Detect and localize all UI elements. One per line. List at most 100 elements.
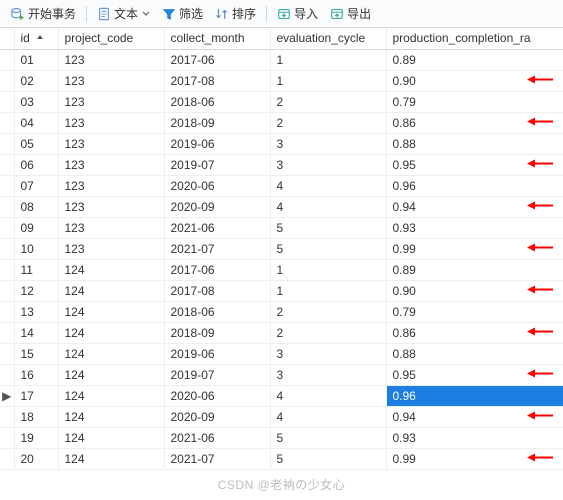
import-button[interactable]: 导入 (272, 3, 323, 24)
table-row[interactable]: 111242017-0610.89 (0, 259, 563, 280)
cell-collect-month[interactable]: 2019-07 (164, 364, 270, 385)
cell-collect-month[interactable]: 2020-09 (164, 406, 270, 427)
cell-collect-month[interactable]: 2017-06 (164, 259, 270, 280)
cell-evaluation-cycle[interactable]: 1 (270, 259, 386, 280)
cell-evaluation-cycle[interactable]: 2 (270, 91, 386, 112)
data-grid[interactable]: id project_code collect_month evaluation… (0, 28, 563, 470)
cell-production-completion-rate[interactable]: 0.86 (386, 112, 563, 133)
cell-evaluation-cycle[interactable]: 2 (270, 322, 386, 343)
table-row[interactable]: 041232018-0920.86 (0, 112, 563, 133)
text-button[interactable]: 文本 (92, 3, 155, 24)
cell-evaluation-cycle[interactable]: 5 (270, 427, 386, 448)
cell-project-code[interactable]: 124 (58, 259, 164, 280)
cell-id[interactable]: 12 (14, 280, 58, 301)
cell-production-completion-rate[interactable]: 0.88 (386, 343, 563, 364)
cell-production-completion-rate[interactable]: 0.95 (386, 364, 563, 385)
cell-project-code[interactable]: 124 (58, 280, 164, 301)
cell-collect-month[interactable]: 2019-06 (164, 133, 270, 154)
cell-project-code[interactable]: 124 (58, 301, 164, 322)
cell-project-code[interactable]: 123 (58, 133, 164, 154)
cell-production-completion-rate[interactable]: 0.90 (386, 70, 563, 91)
cell-evaluation-cycle[interactable]: 4 (270, 175, 386, 196)
cell-id[interactable]: 03 (14, 91, 58, 112)
cell-production-completion-rate[interactable]: 0.89 (386, 49, 563, 70)
cell-id[interactable]: 20 (14, 448, 58, 469)
filter-button[interactable]: 筛选 (157, 3, 208, 24)
cell-collect-month[interactable]: 2017-08 (164, 70, 270, 91)
cell-evaluation-cycle[interactable]: 5 (270, 448, 386, 469)
sort-button[interactable]: 排序 (210, 3, 261, 24)
cell-project-code[interactable]: 123 (58, 70, 164, 91)
cell-id[interactable]: 05 (14, 133, 58, 154)
cell-id[interactable]: 08 (14, 196, 58, 217)
col-header-id[interactable]: id (14, 28, 58, 49)
table-row[interactable]: 201242021-0750.99 (0, 448, 563, 469)
cell-evaluation-cycle[interactable]: 1 (270, 280, 386, 301)
cell-evaluation-cycle[interactable]: 5 (270, 238, 386, 259)
cell-production-completion-rate[interactable]: 0.89 (386, 259, 563, 280)
cell-id[interactable]: 18 (14, 406, 58, 427)
cell-evaluation-cycle[interactable]: 2 (270, 301, 386, 322)
cell-id[interactable]: 13 (14, 301, 58, 322)
cell-collect-month[interactable]: 2021-07 (164, 448, 270, 469)
col-header-collect-month[interactable]: collect_month (164, 28, 270, 49)
cell-evaluation-cycle[interactable]: 4 (270, 196, 386, 217)
cell-evaluation-cycle[interactable]: 5 (270, 217, 386, 238)
cell-project-code[interactable]: 123 (58, 175, 164, 196)
cell-evaluation-cycle[interactable]: 4 (270, 385, 386, 406)
cell-evaluation-cycle[interactable]: 3 (270, 343, 386, 364)
cell-collect-month[interactable]: 2020-09 (164, 196, 270, 217)
cell-evaluation-cycle[interactable]: 4 (270, 406, 386, 427)
cell-collect-month[interactable]: 2021-07 (164, 238, 270, 259)
cell-id[interactable]: 07 (14, 175, 58, 196)
cell-project-code[interactable]: 124 (58, 448, 164, 469)
cell-id[interactable]: 04 (14, 112, 58, 133)
cell-id[interactable]: 01 (14, 49, 58, 70)
table-row[interactable]: 091232021-0650.93 (0, 217, 563, 238)
cell-id[interactable]: 06 (14, 154, 58, 175)
cell-production-completion-rate[interactable]: 0.86 (386, 322, 563, 343)
table-row[interactable]: 021232017-0810.90 (0, 70, 563, 91)
cell-project-code[interactable]: 124 (58, 385, 164, 406)
cell-production-completion-rate[interactable]: 0.96 (386, 175, 563, 196)
table-row[interactable]: 061232019-0730.95 (0, 154, 563, 175)
cell-collect-month[interactable]: 2017-06 (164, 49, 270, 70)
table-row[interactable]: 121242017-0810.90 (0, 280, 563, 301)
cell-production-completion-rate[interactable]: 0.93 (386, 427, 563, 448)
cell-production-completion-rate[interactable]: 0.99 (386, 238, 563, 259)
table-row[interactable]: 051232019-0630.88 (0, 133, 563, 154)
table-row[interactable]: ▶171242020-0640.96 (0, 385, 563, 406)
cell-project-code[interactable]: 123 (58, 112, 164, 133)
cell-evaluation-cycle[interactable]: 3 (270, 133, 386, 154)
table-row[interactable]: 141242018-0920.86 (0, 322, 563, 343)
col-header-production-completion-rate[interactable]: production_completion_ra (386, 28, 563, 49)
table-row[interactable]: 181242020-0940.94 (0, 406, 563, 427)
cell-collect-month[interactable]: 2019-07 (164, 154, 270, 175)
cell-id[interactable]: 02 (14, 70, 58, 91)
export-button[interactable]: 导出 (325, 3, 376, 24)
cell-id[interactable]: 10 (14, 238, 58, 259)
cell-project-code[interactable]: 123 (58, 238, 164, 259)
cell-collect-month[interactable]: 2021-06 (164, 427, 270, 448)
table-row[interactable]: 191242021-0650.93 (0, 427, 563, 448)
cell-evaluation-cycle[interactable]: 3 (270, 364, 386, 385)
cell-production-completion-rate[interactable]: 0.96 (386, 385, 563, 406)
cell-evaluation-cycle[interactable]: 2 (270, 112, 386, 133)
table-row[interactable]: 101232021-0750.99 (0, 238, 563, 259)
table-row[interactable]: 161242019-0730.95 (0, 364, 563, 385)
cell-production-completion-rate[interactable]: 0.95 (386, 154, 563, 175)
table-row[interactable]: 151242019-0630.88 (0, 343, 563, 364)
cell-production-completion-rate[interactable]: 0.94 (386, 196, 563, 217)
cell-id[interactable]: 09 (14, 217, 58, 238)
cell-collect-month[interactable]: 2020-06 (164, 175, 270, 196)
cell-project-code[interactable]: 124 (58, 343, 164, 364)
cell-project-code[interactable]: 123 (58, 217, 164, 238)
cell-id[interactable]: 14 (14, 322, 58, 343)
cell-production-completion-rate[interactable]: 0.99 (386, 448, 563, 469)
cell-production-completion-rate[interactable]: 0.79 (386, 301, 563, 322)
cell-project-code[interactable]: 123 (58, 196, 164, 217)
cell-collect-month[interactable]: 2018-06 (164, 301, 270, 322)
cell-production-completion-rate[interactable]: 0.88 (386, 133, 563, 154)
cell-project-code[interactable]: 124 (58, 322, 164, 343)
table-row[interactable]: 031232018-0620.79 (0, 91, 563, 112)
